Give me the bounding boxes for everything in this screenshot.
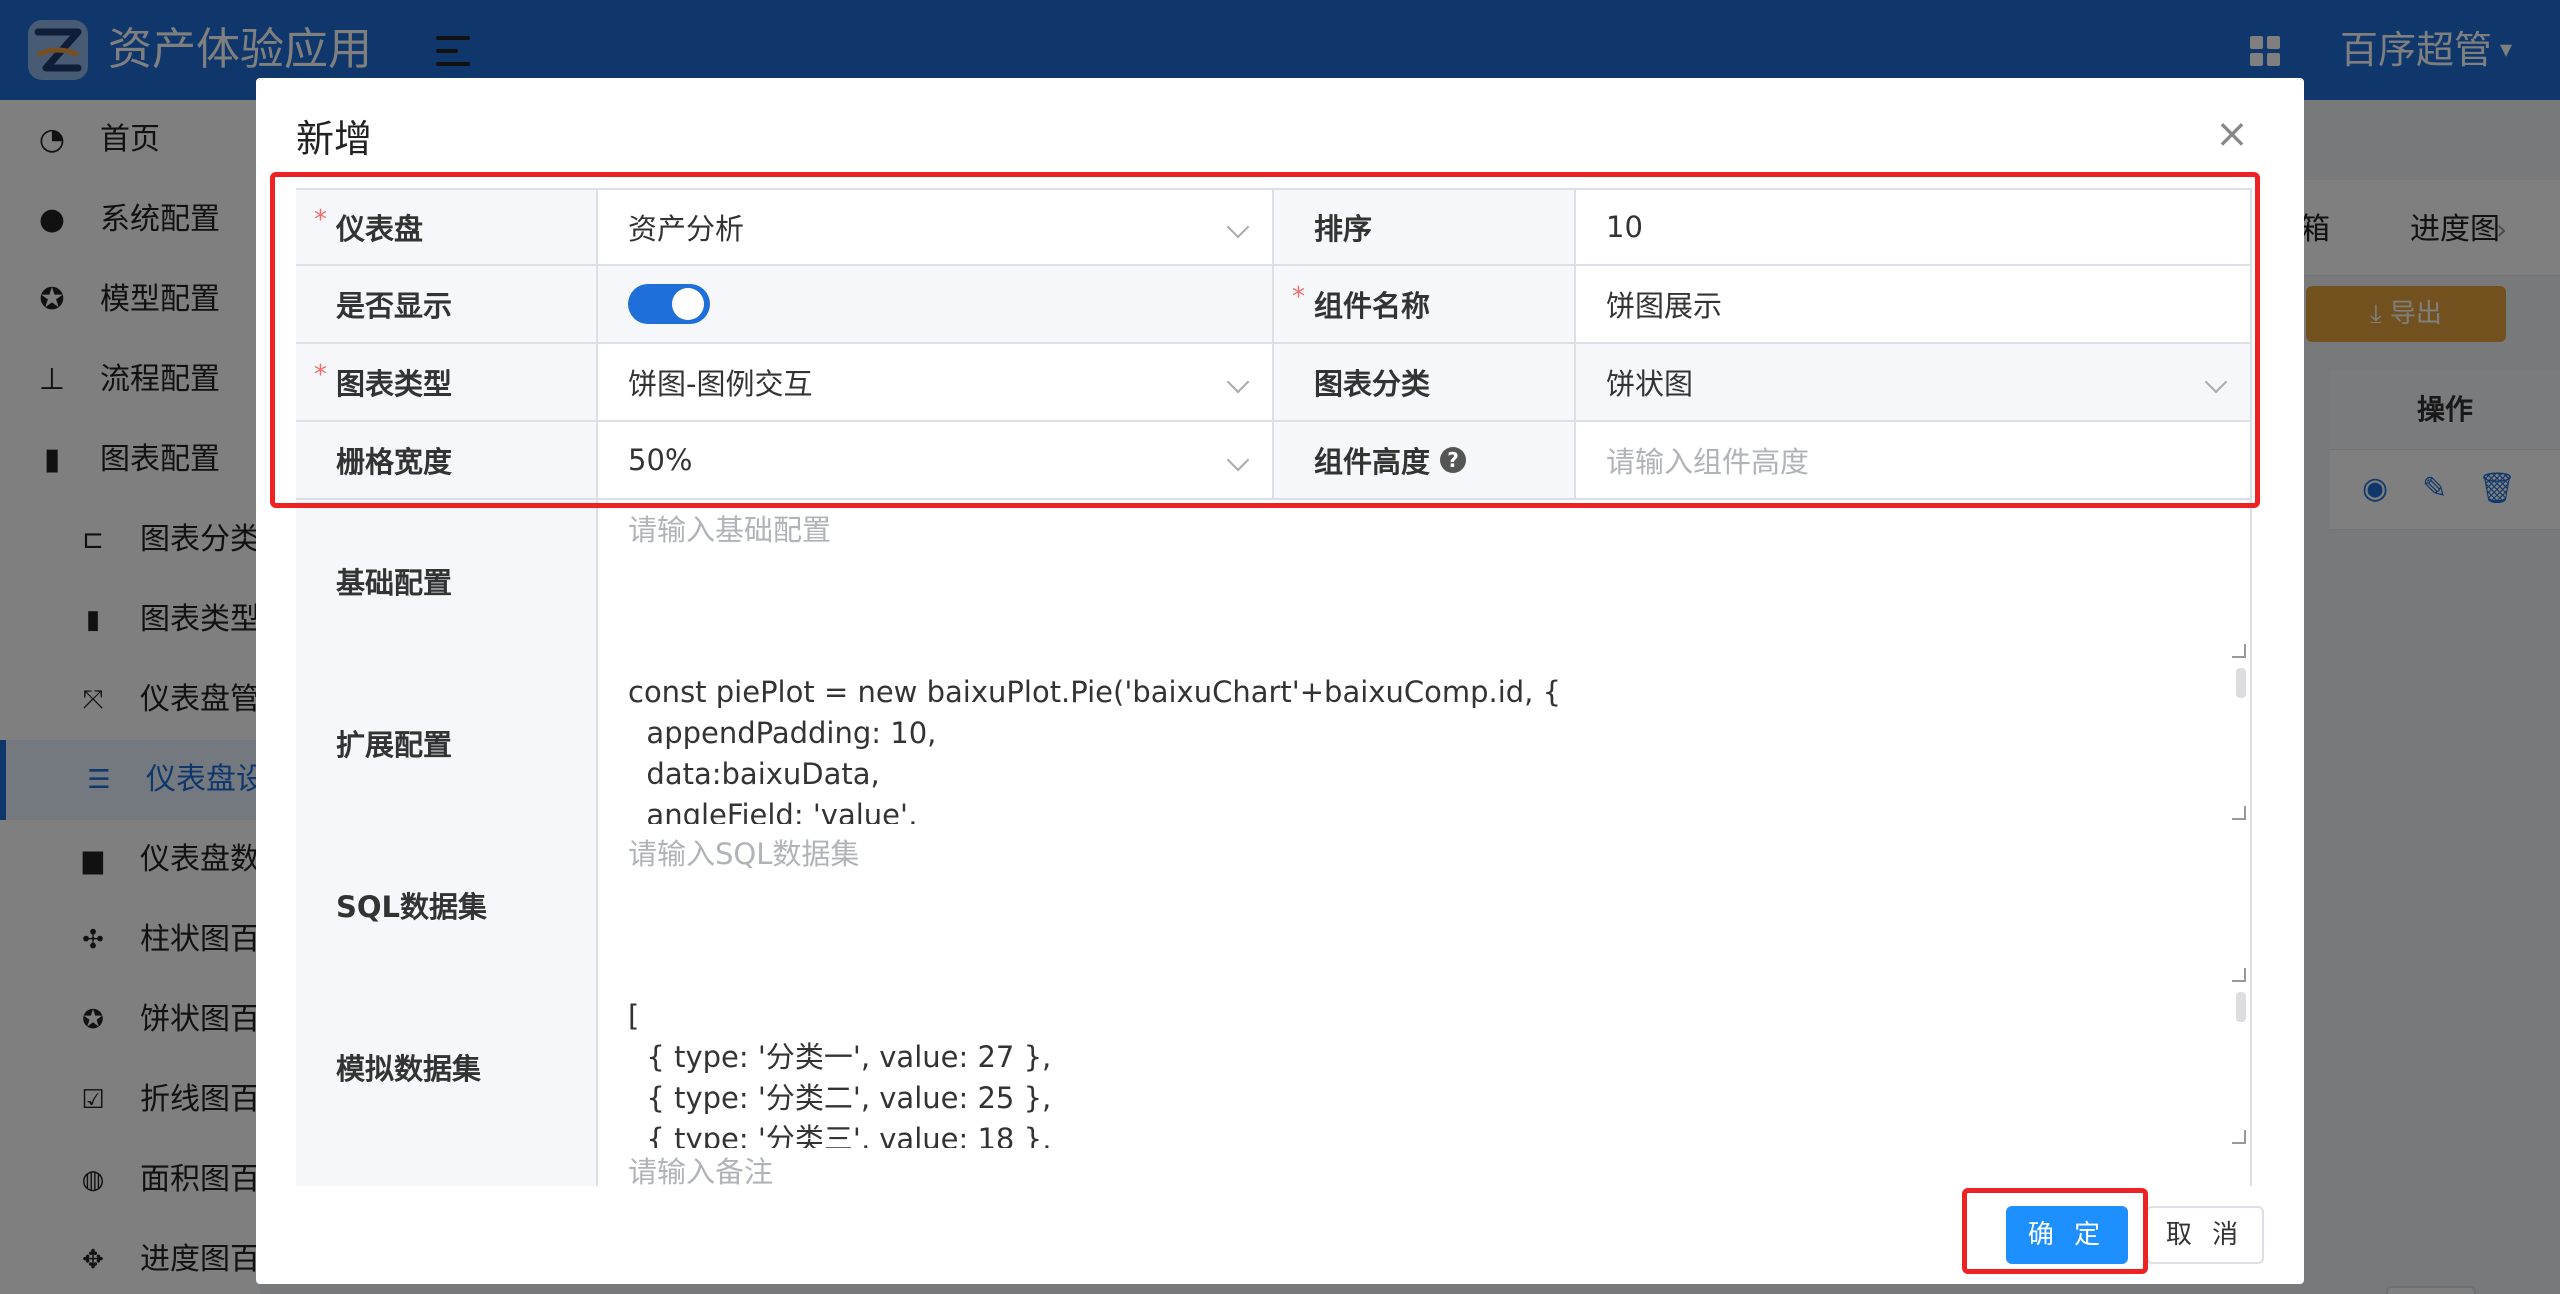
code-line: { type: '分类二', value: 25 }, bbox=[628, 1081, 1052, 1115]
sql-dataset-placeholder: 请输入SQL数据集 bbox=[628, 837, 860, 871]
cancel-button[interactable]: 取 消 bbox=[2146, 1206, 2264, 1264]
form-row: SQL数据集 请输入SQL数据集 bbox=[296, 824, 2252, 986]
scrollbar[interactable] bbox=[2236, 992, 2246, 1022]
resize-handle[interactable] bbox=[2232, 968, 2246, 982]
code-line: { type: '分类三', value: 18 }, bbox=[628, 1122, 1052, 1148]
code-line: const piePlot = new baixuPlot.Pie('baixu… bbox=[628, 675, 1562, 709]
field-label-text: 基础配置 bbox=[336, 566, 453, 600]
resize-handle[interactable] bbox=[2232, 1130, 2246, 1144]
base-config-textarea[interactable]: 请输入基础配置 bbox=[596, 500, 2252, 662]
field-label-text: 扩展配置 bbox=[336, 728, 453, 762]
code-line: appendPadding: 10, bbox=[628, 716, 937, 750]
close-icon[interactable]: × bbox=[2212, 114, 2252, 154]
sql-dataset-textarea[interactable]: 请输入SQL数据集 bbox=[596, 824, 2252, 986]
code-line: data:baixuData, bbox=[628, 757, 880, 791]
code-line: [ bbox=[628, 999, 640, 1033]
field-label-text: 模拟数据集 bbox=[336, 1052, 482, 1086]
field-label-base-config: 基础配置 bbox=[296, 500, 596, 662]
remark-placeholder: 请输入备注 bbox=[628, 1155, 774, 1188]
mock-dataset-textarea[interactable]: [ { type: '分类一', value: 27 }, { type: '分… bbox=[596, 986, 2252, 1148]
form-row: 基础配置 请输入基础配置 bbox=[296, 500, 2252, 662]
field-label-ext-config: 扩展配置 bbox=[296, 662, 596, 824]
field-label-text: SQL数据集 bbox=[336, 890, 488, 924]
annotation-box-form bbox=[270, 172, 2260, 508]
resize-handle[interactable] bbox=[2232, 806, 2246, 820]
form-row: 模拟数据集 [ { type: '分类一', value: 27 }, { ty… bbox=[296, 986, 2252, 1148]
field-label-remark bbox=[296, 1148, 596, 1188]
form-row: 扩展配置 const piePlot = new baixuPlot.Pie('… bbox=[296, 662, 2252, 824]
ext-config-textarea[interactable]: const piePlot = new baixuPlot.Pie('baixu… bbox=[596, 662, 2252, 824]
code-line: angleField: 'value', bbox=[628, 798, 918, 824]
remark-textarea[interactable]: 请输入备注 bbox=[596, 1148, 2252, 1188]
code-line: { type: '分类一', value: 27 }, bbox=[628, 1040, 1052, 1074]
dialog-title: 新增 bbox=[296, 117, 373, 161]
annotation-box-confirm bbox=[1962, 1188, 2148, 1274]
field-label-mock-dataset: 模拟数据集 bbox=[296, 986, 596, 1148]
form-row: 请输入备注 bbox=[296, 1148, 2252, 1188]
field-label-sql-dataset: SQL数据集 bbox=[296, 824, 596, 986]
base-config-placeholder: 请输入基础配置 bbox=[628, 513, 832, 547]
resize-handle[interactable] bbox=[2232, 644, 2246, 658]
scrollbar[interactable] bbox=[2236, 668, 2246, 698]
